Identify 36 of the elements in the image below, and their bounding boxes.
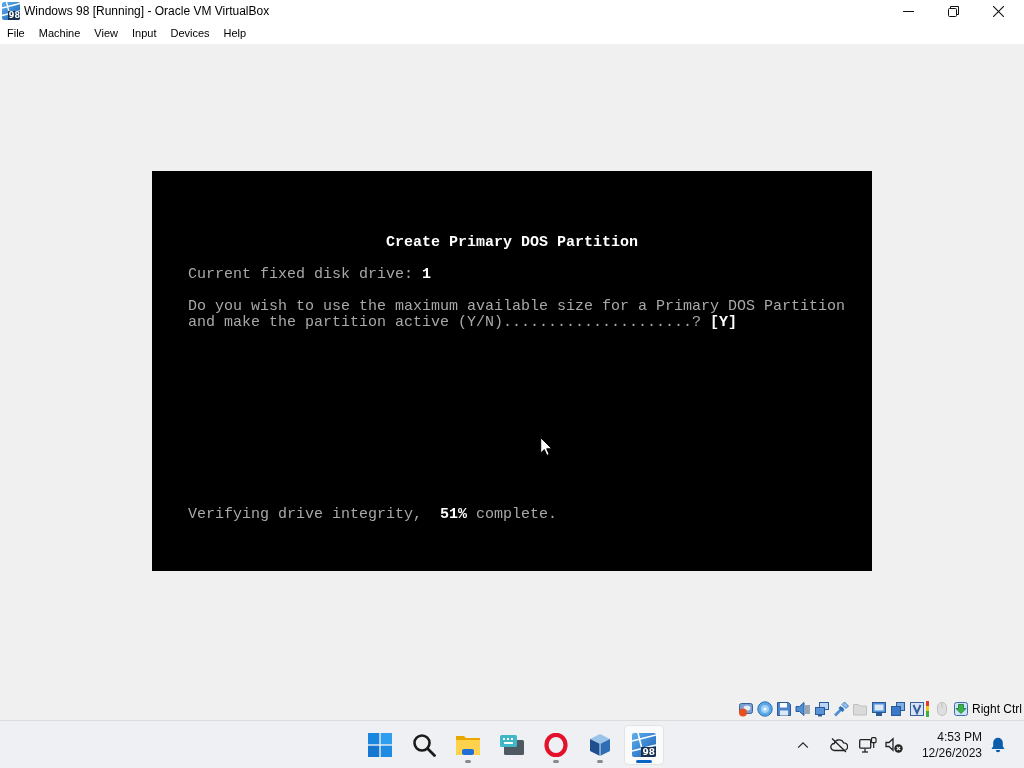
progress-text: Verifying drive integrity, 51% complete. (188, 507, 558, 523)
menu-item[interactable]: File (0, 24, 32, 42)
menu-item[interactable]: Machine (31, 24, 88, 42)
keyboard-icon (500, 732, 524, 757)
taskbar-button[interactable]: 98 (624, 724, 664, 765)
menu-item[interactable]: Devices (163, 24, 217, 42)
speaker-icon[interactable] (795, 701, 811, 717)
app-icon: 98 (2, 2, 20, 20)
app-icon: 98 (632, 732, 656, 757)
monitor-icon[interactable] (871, 701, 887, 717)
screen-heading: Create Primary DOS Partition (384, 235, 639, 251)
search-icon (412, 732, 436, 757)
drive-line: Current fixed disk drive: 1 (188, 267, 432, 283)
restore-icon (948, 5, 959, 17)
network-icon[interactable] (814, 701, 830, 717)
prompt-text: Do you wish to use the maximum available size for a Primary DOS Partition and make the partition active (Y/N).....................? [Y] (188, 299, 846, 331)
ring-icon (544, 732, 568, 757)
window-title: Windows 98 [Running] - Oracle VM VirtualBox (24, 4, 270, 18)
host-key-label: Right Ctrl (972, 702, 1022, 716)
cube-icon (588, 732, 612, 757)
mouse-pointer-icon (540, 437, 553, 456)
down-arrow-icon[interactable] (953, 701, 969, 717)
menu-item[interactable]: Input (124, 24, 164, 42)
cloud-off-icon (830, 736, 848, 753)
close-icon (993, 5, 1004, 17)
menu-item[interactable]: View (87, 24, 125, 42)
stacked-windows-icon[interactable] (890, 701, 906, 717)
menu-item[interactable]: Help (216, 24, 254, 42)
bell-icon (990, 736, 1006, 753)
network-icon (859, 736, 877, 753)
usb-icon[interactable] (833, 701, 849, 717)
four-squares-icon (368, 732, 392, 757)
optical-disc-icon[interactable] (757, 701, 773, 717)
clock-time: 4:53 PM (937, 728, 982, 745)
chip-icon[interactable] (909, 701, 931, 717)
clock-date: 12/26/2023 (921, 744, 982, 761)
